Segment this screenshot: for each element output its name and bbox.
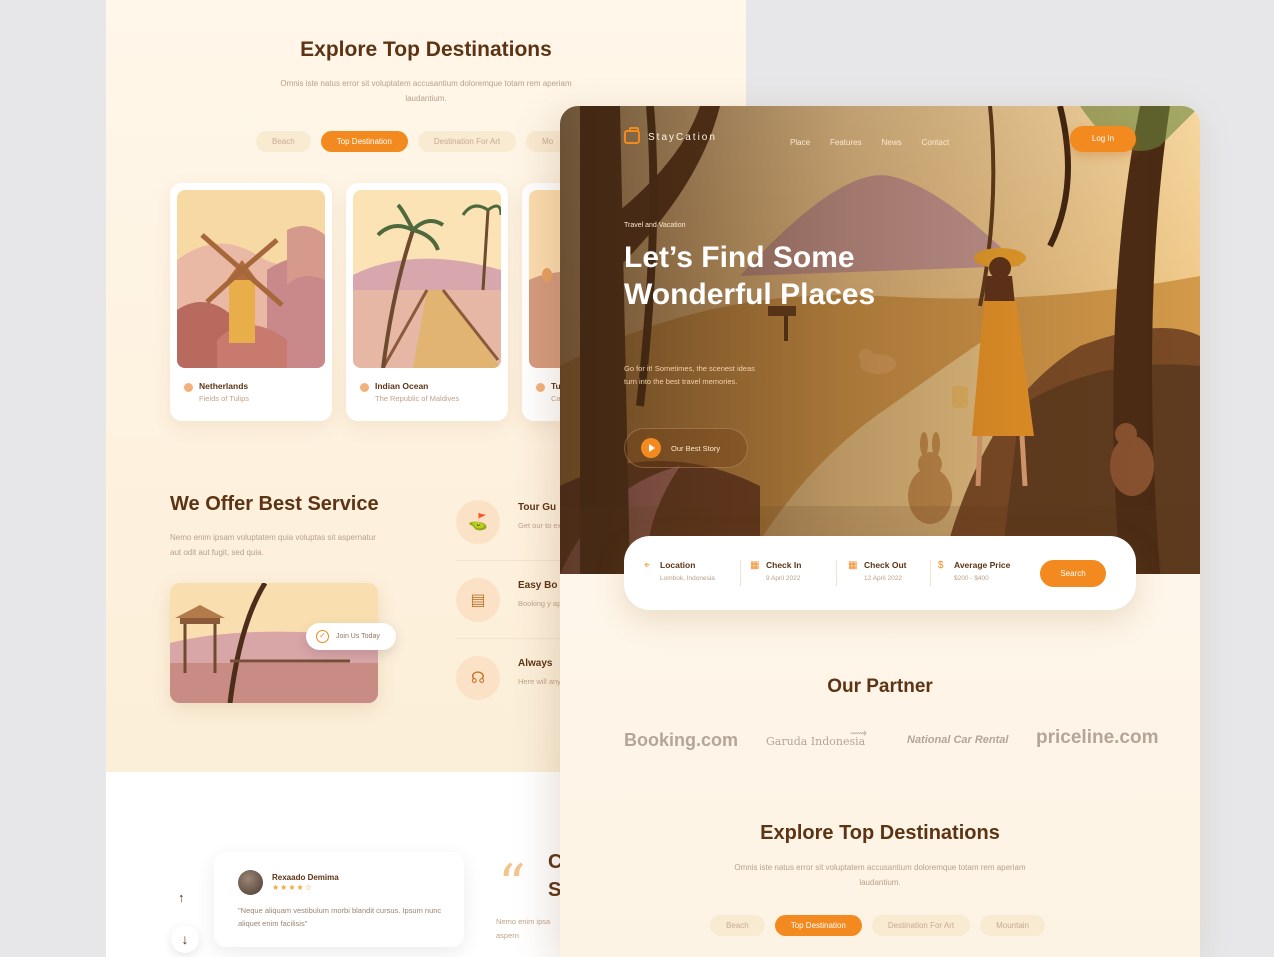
partner-logo-priceline: priceline.com	[1036, 727, 1159, 748]
booking-search-bar: ⌖ Location Lombok, Indonesia ▦ Check In …	[624, 536, 1136, 610]
field-label: Average Price	[954, 560, 1011, 570]
hero-section: StayCation Place Features News Contact L…	[560, 106, 1200, 574]
partner-title: Our Partner	[827, 676, 933, 697]
destination-tabs: Beach Top Destination Destination For Ar…	[710, 915, 1046, 936]
arrow-up-button[interactable]: ↑	[178, 890, 185, 905]
card-title: Netherlands	[199, 381, 249, 391]
divider	[740, 560, 741, 586]
card-meta: Indian Ocean The Republic of Maldives	[360, 381, 459, 403]
location-pin-icon	[184, 383, 193, 392]
review-text: "Neque aliquam vestibulum morbi blandit …	[238, 906, 442, 928]
divider	[456, 560, 576, 561]
field-value: 12 April 2022	[864, 575, 902, 582]
reviewer-name: Rexaado Demima	[272, 873, 339, 882]
main-nav: Place Features News Contact	[790, 138, 949, 147]
location-field[interactable]: ⌖ Location Lombok, Indonesia	[644, 560, 715, 582]
card-meta: Netherlands Fields of Tulips	[184, 381, 249, 403]
tab-top-destination[interactable]: Top Destination	[774, 915, 862, 936]
nav-item-features[interactable]: Features	[830, 138, 862, 147]
bird-icon: ⟿	[850, 726, 868, 740]
hero-subtitle: Go for it! Sometimes, the scenest ideas …	[624, 364, 755, 386]
tab-top-destination[interactable]: Top Destination	[320, 131, 408, 152]
our-best-story-button[interactable]: Our Best Story	[624, 428, 748, 468]
search-button[interactable]: Search	[1040, 560, 1106, 587]
average-price-field[interactable]: $ Average Price $200 - $400	[938, 560, 1010, 582]
rating-stars: ★★★★☆	[272, 883, 313, 892]
ticket-icon: ▤	[456, 578, 500, 622]
location-pin-icon	[360, 383, 369, 392]
headset-icon: ☊	[456, 656, 500, 700]
review-card: Rexaado Demima ★★★★☆ "Neque aliquam vest…	[214, 852, 464, 947]
nav-item-contact[interactable]: Contact	[922, 138, 950, 147]
brand-name: StayCation	[648, 131, 717, 143]
tab-mountain[interactable]: Mountain	[980, 915, 1046, 936]
suitcase-icon	[624, 127, 640, 144]
card-meta: Tu Ca	[536, 381, 561, 403]
partner-logo-booking: Booking.com	[624, 730, 739, 750]
field-value: $200 - $400	[954, 575, 989, 582]
tab-destination-for-art[interactable]: Destination For Art	[417, 131, 517, 152]
field-value: 9 April 2022	[766, 575, 801, 582]
card-subtitle: Fields of Tulips	[199, 394, 250, 403]
field-label: Location	[660, 560, 696, 570]
field-value: Lombok, Indonesia	[660, 575, 715, 582]
field-label: Check Out	[864, 560, 907, 570]
explore-subtitle: Omnis iste natus error sit voluptatem ac…	[280, 79, 572, 103]
nav-item-place[interactable]: Place	[790, 138, 810, 147]
join-us-badge[interactable]: ✓ Join Us Today	[306, 623, 396, 650]
check-out-field[interactable]: ▦ Check Out 12 April 2022	[848, 560, 907, 582]
arrow-down-button[interactable]: ↓	[171, 925, 199, 953]
destination-tabs: Beach Top Destination Destination For Ar…	[256, 131, 570, 152]
nav-item-news[interactable]: News	[882, 138, 902, 147]
divider	[836, 560, 837, 586]
hero-title: Let’s Find Some Wonderful Places	[624, 241, 876, 311]
windmill-illustration	[177, 190, 325, 368]
pier-illustration	[353, 190, 501, 368]
tab-beach[interactable]: Beach	[710, 915, 765, 936]
destination-card-netherlands[interactable]: Netherlands Fields of Tulips	[170, 183, 332, 421]
calendar-icon: ▦	[848, 560, 858, 571]
tab-beach[interactable]: Beach	[256, 131, 311, 152]
calendar-icon: ▦	[750, 560, 760, 571]
destination-card-indian-ocean[interactable]: Indian Ocean The Republic of Maldives	[346, 183, 508, 421]
divider	[930, 560, 931, 586]
explore-subtitle: Omnis iste natus error sit voluptatem ac…	[734, 863, 1026, 887]
explore-title: Explore Top Destinations	[760, 822, 1000, 844]
login-button[interactable]: Log In	[1070, 126, 1136, 152]
avatar	[238, 870, 263, 895]
service-subtitle: Nemo enim ipsam voluptatem quia voluptas…	[170, 533, 376, 557]
location-pin-icon	[536, 383, 545, 392]
explore-title: Explore Top Destinations	[300, 38, 552, 61]
partner-logo-national: National Car Rental	[907, 734, 1009, 746]
front-page: StayCation Place Features News Contact L…	[560, 106, 1200, 957]
service-title: We Offer Best Service	[170, 493, 379, 515]
divider	[456, 638, 576, 639]
brand-logo[interactable]: StayCation	[624, 127, 717, 144]
check-icon: ✓	[316, 630, 329, 643]
play-icon	[641, 438, 661, 458]
testimonial-text-partial: Nemo enim ipsa aspern	[496, 917, 551, 940]
map-icon: ⛳	[456, 500, 500, 544]
partner-logos: Booking.com Garuda Indonesia ⟿ National …	[624, 726, 1159, 756]
quote-icon: “	[498, 853, 526, 916]
dollar-icon: $	[938, 560, 944, 571]
join-label: Join Us Today	[336, 633, 380, 640]
hero-kicker: Travel and Vacation	[624, 222, 686, 229]
story-label: Our Best Story	[671, 443, 721, 453]
hero-illustration	[560, 106, 1200, 574]
tab-destination-for-art[interactable]: Destination For Art	[871, 915, 971, 936]
card-title: Indian Ocean	[375, 381, 429, 391]
location-pin-icon: ⌖	[644, 560, 650, 571]
field-label: Check In	[766, 560, 802, 570]
card-subtitle: The Republic of Maldives	[375, 394, 460, 403]
check-in-field[interactable]: ▦ Check In 9 April 2022	[750, 560, 801, 582]
